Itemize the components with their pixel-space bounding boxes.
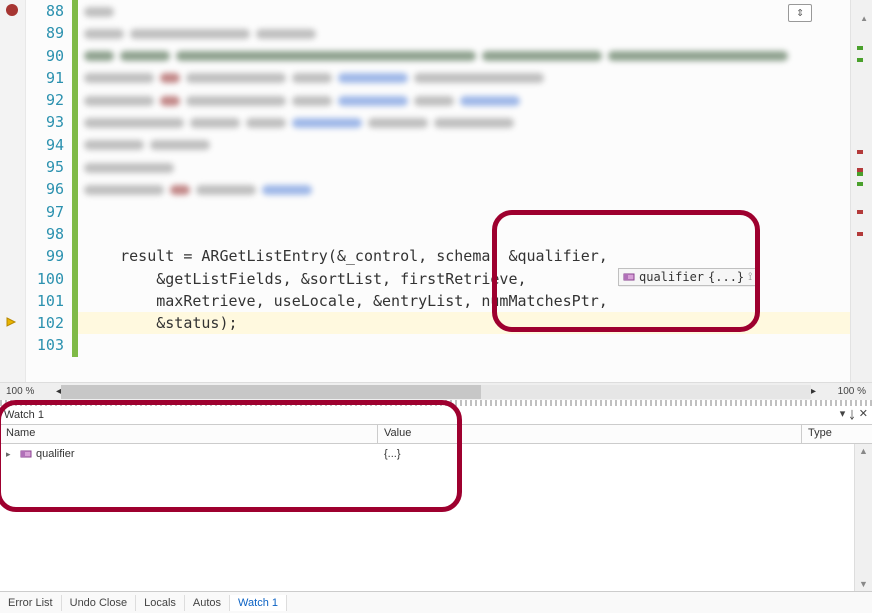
zoom-level-right[interactable]: 100 % [816,386,872,397]
breakpoint-glyph[interactable] [6,4,18,16]
glyph-margin[interactable] [0,0,26,382]
line-number: 93 [26,111,64,133]
watch-row[interactable]: ▸ qualifier {...} [0,444,872,464]
scroll-down-arrow-icon[interactable]: ▼ [859,579,868,589]
code-editor[interactable]: 88 89 90 91 92 93 94 95 96 97 98 99 100 … [0,0,872,382]
window-position-icon[interactable]: ▾ [840,407,846,423]
tab-undo-close[interactable]: Undo Close [62,595,136,611]
code-line-102[interactable]: &status); [78,312,850,334]
code-line-103[interactable] [78,334,850,356]
zoom-level-left[interactable]: 100 % [0,386,56,397]
watch-panel-title: Watch 1 [4,409,44,421]
line-number: 100 [26,268,64,290]
hscroll-track[interactable] [61,385,811,399]
line-number: 99 [26,245,64,267]
watch-var-value: {...} [378,446,802,462]
tab-autos[interactable]: Autos [185,595,230,611]
bottom-tabstrip: Error List Undo Close Locals Autos Watch… [0,591,872,613]
line-number: 101 [26,290,64,312]
line-number: 102 [26,312,64,334]
current-statement-arrow-icon [6,316,18,328]
watch-vertical-scrollbar[interactable]: ▲ ▼ [854,444,872,591]
overview-ruler[interactable]: ▲ [850,0,872,382]
line-number: 91 [26,67,64,89]
watch-col-name[interactable]: Name [0,425,378,443]
line-number: 103 [26,334,64,356]
line-number: 89 [26,22,64,44]
scroll-up-arrow-icon[interactable]: ▲ [860,14,868,23]
split-window-icon[interactable]: ⇕ [788,4,812,22]
code-line-101[interactable]: maxRetrieve, useLocale, &entryList, numM… [78,290,850,312]
code-surface[interactable]: result = ARGetListEntry(&_control, schem… [78,0,850,382]
tab-watch-1[interactable]: Watch 1 [230,595,287,611]
watch-panel: Watch 1 ▾ ￬ ✕ Name Value Type ▸ qualifie… [0,406,872,591]
watch-col-value[interactable]: Value [378,425,802,443]
line-number: 90 [26,45,64,67]
watch-header-row: Name Value Type [0,424,872,444]
datatip-name: qualifier [639,270,704,284]
pin-icon[interactable]: ⟟ [748,270,752,284]
line-number: 92 [26,89,64,111]
hscroll-thumb[interactable] [61,385,481,399]
close-panel-icon[interactable]: ✕ [859,407,868,423]
watch-panel-titlebar[interactable]: Watch 1 ▾ ￬ ✕ [0,406,872,424]
expander-icon[interactable]: ▸ [6,449,16,460]
tab-locals[interactable]: Locals [136,595,185,611]
tab-error-list[interactable]: Error List [0,595,62,611]
line-number: 94 [26,134,64,156]
datatip-qualifier[interactable]: qualifier {...} ⟟ [618,268,759,286]
autohide-pin-icon[interactable]: ￬ [849,407,855,423]
code-line-99[interactable]: result = ARGetListEntry(&_control, schem… [78,245,850,267]
line-number: 88 [26,0,64,22]
line-number: 96 [26,178,64,200]
scroll-up-arrow-icon[interactable]: ▲ [859,446,868,456]
watch-body[interactable]: ▸ qualifier {...} ▲ ▼ [0,444,872,591]
watch-var-name: qualifier [36,448,75,460]
watch-col-type[interactable]: Type [802,425,872,443]
line-number: 97 [26,201,64,223]
editor-horizontal-scrollbar[interactable]: 100 % ◂ ▸ 100 % [0,382,872,400]
datatip-value: {...} [708,270,744,284]
struct-icon [20,448,32,460]
line-number: 95 [26,156,64,178]
line-number-gutter[interactable]: 88 89 90 91 92 93 94 95 96 97 98 99 100 … [26,0,72,382]
struct-icon [623,271,635,283]
line-number: 98 [26,223,64,245]
